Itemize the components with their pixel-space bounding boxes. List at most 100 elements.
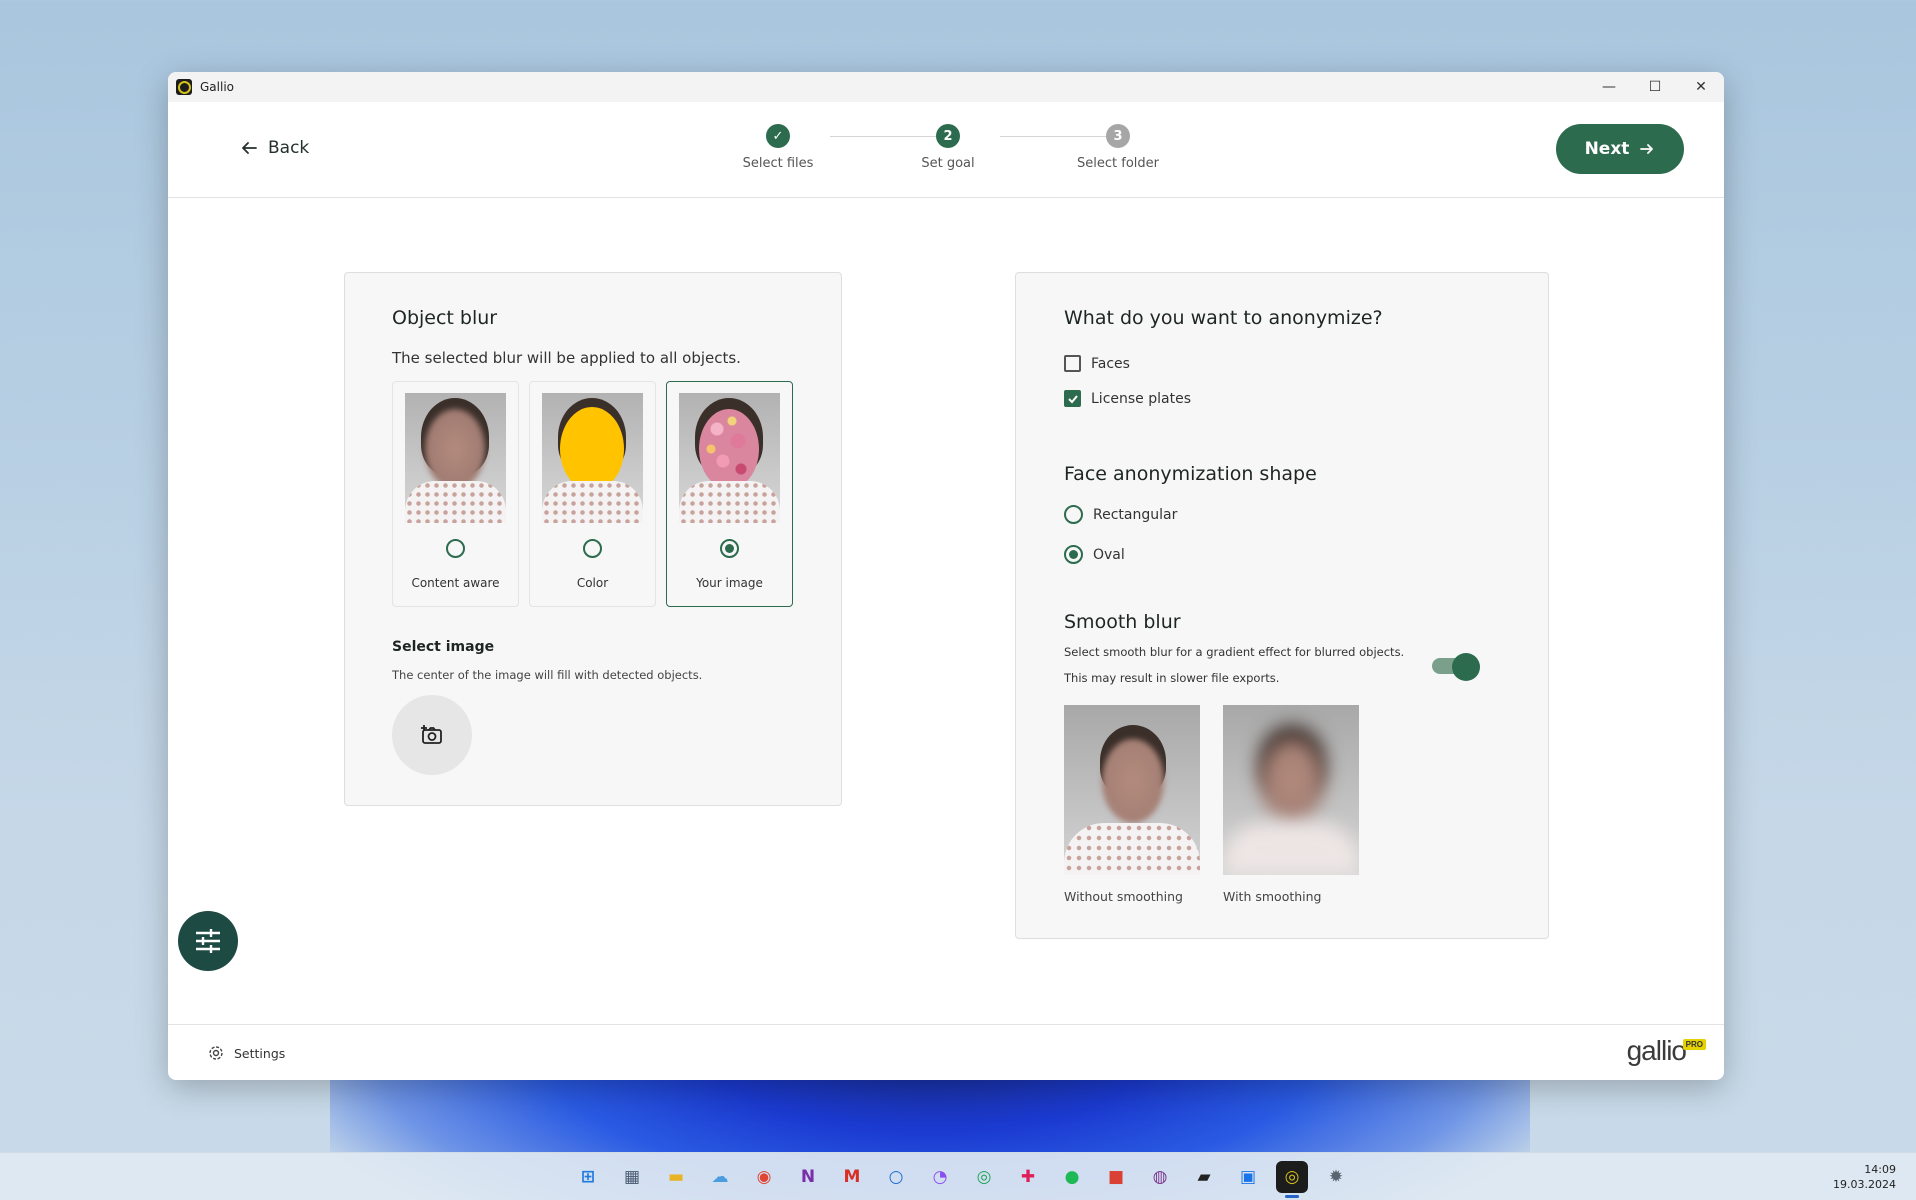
select-image-title: Select image (392, 639, 495, 655)
license-plates-checkbox[interactable] (1064, 390, 1081, 407)
content-aware-radio[interactable] (446, 539, 465, 558)
maximize-button[interactable]: ☐ (1632, 72, 1678, 102)
file-explorer-icon[interactable]: ▬ (660, 1161, 692, 1193)
your-image-preview (679, 393, 780, 523)
todoist-icon[interactable]: ■ (1100, 1161, 1132, 1193)
option-label: Your image (696, 576, 763, 590)
option-label: Content aware (411, 576, 500, 590)
rectangular-radio[interactable] (1064, 505, 1083, 524)
calculator-icon[interactable]: ▦ (616, 1161, 648, 1193)
progress-stepper: ✓ Select files 2 Set goal 3 Select folde… (718, 124, 1159, 184)
faces-label: Faces (1091, 355, 1130, 372)
step-label: Select files (742, 156, 814, 171)
smooth-blur-title: Smooth blur (1064, 611, 1181, 633)
next-button[interactable]: Next (1556, 124, 1684, 174)
window-controls: — ☐ ✕ (1586, 72, 1724, 102)
spotify-icon[interactable]: ● (1056, 1161, 1088, 1193)
cortana-icon[interactable]: ○ (880, 1161, 912, 1193)
object-blur-subtitle: The selected blur will be applied to all… (392, 349, 741, 367)
chrome-icon[interactable]: ◉ (748, 1161, 780, 1193)
anonymize-title: What do you want to anonymize? (1064, 307, 1383, 329)
license-plates-label: License plates (1091, 390, 1191, 407)
notes-icon[interactable]: ▰ (1188, 1161, 1220, 1193)
faces-checkbox[interactable] (1064, 355, 1081, 372)
step-check-icon: ✓ (766, 124, 790, 148)
gear-icon (209, 1046, 223, 1060)
option-label: Color (576, 576, 609, 590)
oval-radio-row[interactable]: Oval (1064, 545, 1125, 564)
settings-button[interactable]: Settings (208, 1045, 285, 1061)
color-radio[interactable] (583, 539, 602, 558)
clock-date: 19.03.2024 (1833, 1178, 1896, 1191)
shape-title: Face anonymization shape (1064, 463, 1317, 485)
license-plates-checkbox-row[interactable]: License plates (1064, 390, 1191, 407)
rectangular-label: Rectangular (1093, 506, 1178, 523)
back-label: Back (268, 138, 310, 158)
select-image-button[interactable] (392, 695, 472, 775)
blur-options: Content aware Color Your image (392, 381, 793, 607)
app-window: Gallio — ☐ ✕ Back ✓ Select files 2 Set g… (168, 72, 1724, 1080)
without-smoothing-label: Without smoothing (1064, 889, 1183, 904)
step-label: Select folder (1077, 156, 1159, 171)
gallio-logo: gallio PRO (1626, 1035, 1706, 1067)
oval-radio[interactable] (1064, 545, 1083, 564)
oval-label: Oval (1093, 546, 1125, 563)
step-set-goal: 2 Set goal (888, 124, 1008, 171)
smooth-blur-description: Select smooth blur for a gradient effect… (1064, 645, 1405, 659)
object-blur-title: Object blur (392, 307, 498, 329)
arrow-left-icon (242, 142, 257, 154)
color-preview (542, 393, 643, 523)
blur-option-color[interactable]: Color (529, 381, 656, 607)
taskbar-icons: ⊞ ▦ ▬ ☁ ◉ N M ○ ◔ ◎ ✚ ● ■ ◍ ▰ ▣ ◎ ✹ (572, 1161, 1352, 1198)
back-button[interactable]: Back (240, 138, 309, 158)
settings-gear-icon[interactable]: ✹ (1320, 1161, 1352, 1193)
step-select-folder: 3 Select folder (1058, 124, 1178, 171)
step-label: Set goal (921, 156, 975, 171)
faces-checkbox-row[interactable]: Faces (1064, 355, 1130, 372)
title-bar: Gallio — ☐ ✕ (168, 72, 1724, 102)
system-clock[interactable]: 14:09 19.03.2024 (1833, 1162, 1896, 1192)
select-image-description: The center of the image will fill with d… (392, 668, 703, 682)
step-number: 2 (936, 124, 960, 148)
arrow-right-icon (1640, 144, 1654, 154)
onenote-icon[interactable]: N (792, 1161, 824, 1193)
your-image-radio[interactable] (720, 539, 739, 558)
messenger-icon[interactable]: ◔ (924, 1161, 956, 1193)
settings-label: Settings (234, 1045, 286, 1061)
gallio-icon[interactable]: ◎ (1276, 1161, 1308, 1198)
minimize-button[interactable]: — (1586, 72, 1632, 102)
slack-icon[interactable]: ✚ (1012, 1161, 1044, 1193)
focus-icon[interactable]: ◍ (1144, 1161, 1176, 1193)
pro-badge: PRO (1682, 1039, 1706, 1050)
step-number: 3 (1106, 124, 1130, 148)
start-icon[interactable]: ⊞ (572, 1161, 604, 1193)
with-smoothing-label: With smoothing (1223, 889, 1322, 904)
without-smoothing-preview (1064, 705, 1200, 875)
footer: Settings gallio PRO (168, 1024, 1724, 1080)
calendar-icon[interactable]: ▣ (1232, 1161, 1264, 1193)
anonymize-card: What do you want to anonymize? Faces Lic… (1015, 272, 1549, 939)
checkmark-icon (1067, 394, 1078, 403)
next-label: Next (1584, 139, 1630, 159)
object-blur-card: Object blur The selected blur will be ap… (344, 272, 842, 806)
gmail-icon[interactable]: M (836, 1161, 868, 1193)
adjustments-button[interactable] (178, 911, 238, 971)
gallio-app-icon (176, 79, 192, 95)
step-select-files: ✓ Select files (718, 124, 838, 171)
clock-time: 14:09 (1864, 1163, 1896, 1176)
content-aware-preview (405, 393, 506, 523)
smooth-blur-toggle[interactable] (1432, 653, 1480, 681)
rectangular-radio-row[interactable]: Rectangular (1064, 505, 1177, 524)
sliders-icon (196, 929, 220, 953)
whatsapp-icon[interactable]: ◎ (968, 1161, 1000, 1193)
blur-option-your-image[interactable]: Your image (666, 381, 793, 607)
taskbar: ⊞ ▦ ▬ ☁ ◉ N M ○ ◔ ◎ ✚ ● ■ ◍ ▰ ▣ ◎ ✹ 14:0… (0, 1152, 1916, 1200)
close-button[interactable]: ✕ (1678, 72, 1724, 102)
smooth-blur-warning: This may result in slower file exports. (1064, 671, 1280, 685)
blur-option-content-aware[interactable]: Content aware (392, 381, 519, 607)
weather-icon[interactable]: ☁ (704, 1161, 736, 1193)
brand-name: gallio (1626, 1035, 1687, 1066)
header: Back ✓ Select files 2 Set goal 3 Select … (168, 102, 1724, 198)
with-smoothing-preview (1223, 705, 1359, 875)
window-title: Gallio (200, 80, 234, 94)
